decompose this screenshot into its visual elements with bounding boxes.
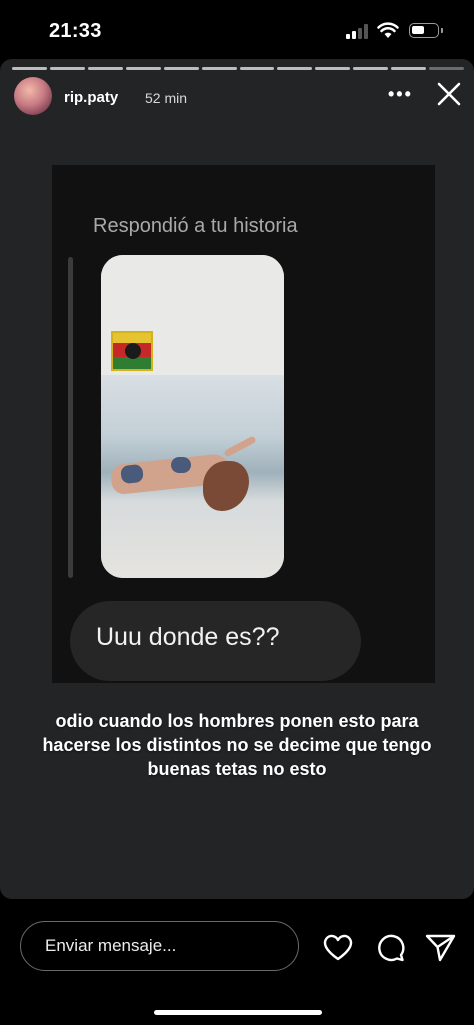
progress-segment (87, 67, 123, 70)
progress-segment (201, 67, 237, 70)
reply-indicator-bar (68, 257, 73, 578)
progress-segment (12, 67, 47, 70)
story-header: rip.paty 52 min ••• (0, 77, 474, 125)
message-bubble: Uuu donde es?? (70, 601, 361, 681)
story-progress (12, 67, 465, 70)
progress-segment (49, 67, 85, 70)
story-thumbnail (101, 255, 284, 578)
message-input[interactable] (20, 921, 299, 971)
wifi-icon (377, 22, 399, 38)
battery-icon (409, 23, 443, 38)
progress-segment (391, 67, 427, 70)
story-viewer[interactable]: rip.paty 52 min ••• Respondió a tu histo… (0, 59, 474, 899)
logo-sticker (111, 331, 153, 371)
post-time: 52 min (145, 90, 188, 106)
status-time: 21:33 (49, 20, 102, 42)
more-icon[interactable]: ••• (388, 85, 414, 105)
send-icon[interactable] (425, 932, 457, 964)
comment-icon[interactable] (374, 931, 406, 963)
close-icon[interactable] (434, 79, 464, 109)
status-bar: 21:33 (0, 0, 474, 60)
username[interactable]: rip.paty (64, 89, 118, 106)
progress-segment (125, 67, 161, 70)
progress-segment (277, 67, 313, 70)
progress-segment (353, 67, 389, 70)
reply-label: Respondió a tu historia (93, 215, 298, 237)
cellular-signal-icon (346, 24, 370, 39)
home-indicator (154, 1010, 322, 1015)
avatar[interactable] (14, 77, 52, 115)
progress-segment (239, 67, 275, 70)
dm-screenshot: Respondió a tu historia Uuu donde es?? (52, 165, 435, 683)
progress-segment (163, 67, 199, 70)
reply-bar (0, 899, 474, 1025)
progress-segment (429, 67, 465, 70)
story-caption: odio cuando los hombres ponen esto para … (42, 711, 432, 779)
photo-person (103, 435, 257, 511)
message-text: Uuu donde es?? (96, 623, 280, 651)
progress-segment (315, 67, 351, 70)
heart-icon[interactable] (322, 932, 354, 962)
